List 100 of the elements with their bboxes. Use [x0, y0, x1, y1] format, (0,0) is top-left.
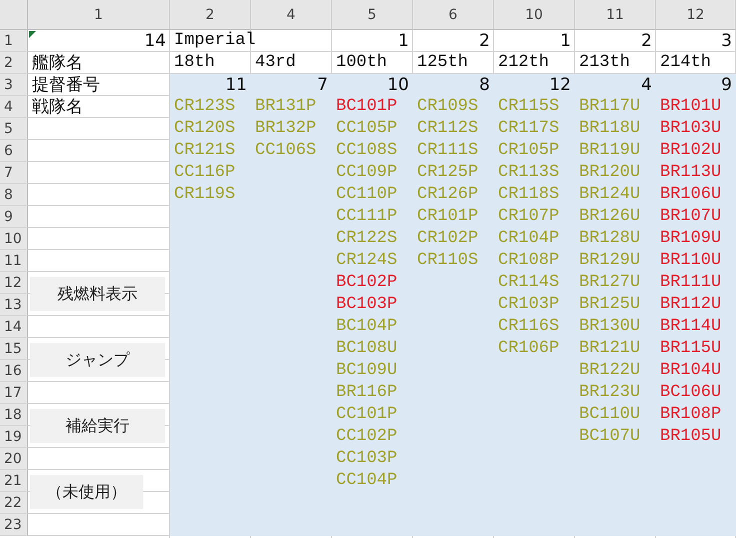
- table-cell-text: BR130U: [578, 316, 642, 338]
- table-cell-text: 11: [224, 74, 248, 96]
- flag-icon: [29, 31, 36, 38]
- column-header[interactable]: 6: [413, 0, 494, 30]
- column-header[interactable]: 4: [251, 0, 332, 30]
- row-header[interactable]: 5: [0, 118, 28, 140]
- action-button[interactable]: （未使用）: [30, 475, 143, 509]
- table-cell-text: BR104U: [659, 360, 722, 382]
- row-header[interactable]: 9: [0, 206, 28, 228]
- action-button[interactable]: ジャンプ: [30, 343, 165, 377]
- table-cell-text: BR113U: [659, 162, 722, 184]
- table-cell-text: BC104P: [335, 316, 398, 338]
- table-cell-text: CC116P: [173, 162, 236, 184]
- table-cell-text: 14: [143, 30, 167, 52]
- table-cell-text: 提督番号: [31, 74, 101, 96]
- row-header[interactable]: 8: [0, 184, 28, 206]
- row-header[interactable]: 12: [0, 272, 28, 294]
- table-cell-text: BR115U: [659, 338, 722, 360]
- table-cell-text: BC101P: [335, 96, 398, 118]
- column-header[interactable]: 2: [170, 0, 251, 30]
- table-cell-text: BC108U: [335, 338, 398, 360]
- table-cell-text: BR128U: [578, 228, 642, 250]
- row-header[interactable]: 13: [0, 294, 28, 316]
- table-cell-text: BR120U: [578, 162, 642, 184]
- table-cell-text: CR125P: [416, 162, 480, 184]
- table-cell-text: CC106S: [254, 140, 318, 162]
- table-cell-text: BR124U: [578, 184, 642, 206]
- table-cell-text: BC103P: [335, 294, 398, 316]
- table-cell-text: BR118U: [578, 118, 642, 140]
- row-header[interactable]: 10: [0, 228, 28, 250]
- table-cell-text: BR103U: [659, 118, 722, 140]
- table-cell-text: CR124S: [335, 250, 398, 272]
- row-header[interactable]: 14: [0, 316, 28, 338]
- table-cell-text: BR121U: [578, 338, 642, 360]
- action-button[interactable]: 補給実行: [30, 409, 165, 443]
- table-cell-text: CR104P: [497, 228, 560, 250]
- row-header[interactable]: 19: [0, 426, 28, 448]
- row-header[interactable]: 23: [0, 514, 28, 536]
- column-header[interactable]: 5: [332, 0, 413, 30]
- column-header[interactable]: 12: [656, 0, 736, 30]
- row-header[interactable]: 3: [0, 74, 28, 96]
- row-header[interactable]: 6: [0, 140, 28, 162]
- row-header[interactable]: 22: [0, 492, 28, 514]
- table-cell-text: BR116P: [335, 382, 398, 404]
- row-header[interactable]: 4: [0, 96, 28, 118]
- table-cell-text: CR126P: [416, 184, 480, 206]
- table-cell-text: 10: [386, 74, 410, 96]
- table-cell-text: CC104P: [335, 470, 398, 492]
- table-cell-text: 100th: [335, 52, 388, 74]
- row-header[interactable]: 21: [0, 470, 28, 492]
- table-cell-text: BR125U: [578, 294, 642, 316]
- table-cell-text: CC105P: [335, 118, 398, 140]
- table-cell-text: CR119S: [173, 184, 236, 206]
- action-button[interactable]: 残燃料表示: [30, 277, 165, 311]
- table-cell-text: CR107P: [497, 206, 560, 228]
- column-header[interactable]: 10: [494, 0, 575, 30]
- table-cell-text: BR122U: [578, 360, 642, 382]
- table-cell-text: 125th: [416, 52, 470, 74]
- select-all-button[interactable]: [0, 0, 28, 30]
- table-cell-text: BR127U: [578, 272, 642, 294]
- table-cell-text: BR131P: [254, 96, 318, 118]
- table-cell-text: 1: [559, 30, 572, 52]
- table-cell-text: 1: [397, 30, 410, 52]
- table-cell-text: CC108S: [335, 140, 398, 162]
- row-header[interactable]: 15: [0, 338, 28, 360]
- table-cell-text: CR121S: [173, 140, 236, 162]
- row-header[interactable]: 11: [0, 250, 28, 272]
- row-header[interactable]: 2: [0, 52, 28, 74]
- table-cell-text: BR105U: [659, 426, 722, 448]
- table-cell-text: 12: [548, 74, 572, 96]
- table-cell-text: CR102P: [416, 228, 480, 250]
- table-cell-text: BR109U: [659, 228, 722, 250]
- table-cell-text: BR132P: [254, 118, 318, 140]
- row-header[interactable]: 16: [0, 360, 28, 382]
- table-cell-text: BC102P: [335, 272, 398, 294]
- table-cell-text: CR117S: [497, 118, 560, 140]
- table-cell-text: CR110S: [416, 250, 480, 272]
- table-cell-text: BR117U: [578, 96, 642, 118]
- table-cell-text: CC109P: [335, 162, 398, 184]
- row-header[interactable]: 1: [0, 30, 28, 52]
- row-header[interactable]: 18: [0, 404, 28, 426]
- table-cell-text: 18th: [173, 52, 216, 74]
- table-cell-text: BR101U: [659, 96, 722, 118]
- table-cell-text: CR108P: [497, 250, 560, 272]
- column-header[interactable]: 1: [28, 0, 170, 30]
- table-cell-text: BR107U: [659, 206, 722, 228]
- table-cell-text: CR101P: [416, 206, 480, 228]
- row-header[interactable]: 20: [0, 448, 28, 470]
- table-cell-text: 9: [720, 74, 733, 96]
- table-cell-text: 艦隊名: [31, 52, 84, 74]
- table-cell-text: CR103P: [497, 294, 560, 316]
- table-cell-text: 4: [640, 74, 653, 96]
- table-cell-text: CR106P: [497, 338, 560, 360]
- row-header[interactable]: 17: [0, 382, 28, 404]
- table-cell-text: 2: [478, 30, 491, 52]
- table-cell-text: BR112U: [659, 294, 722, 316]
- column-header[interactable]: 11: [575, 0, 656, 30]
- row-header[interactable]: 7: [0, 162, 28, 184]
- table-cell-text: CC102P: [335, 426, 398, 448]
- table-cell-text: 戦隊名: [31, 96, 84, 118]
